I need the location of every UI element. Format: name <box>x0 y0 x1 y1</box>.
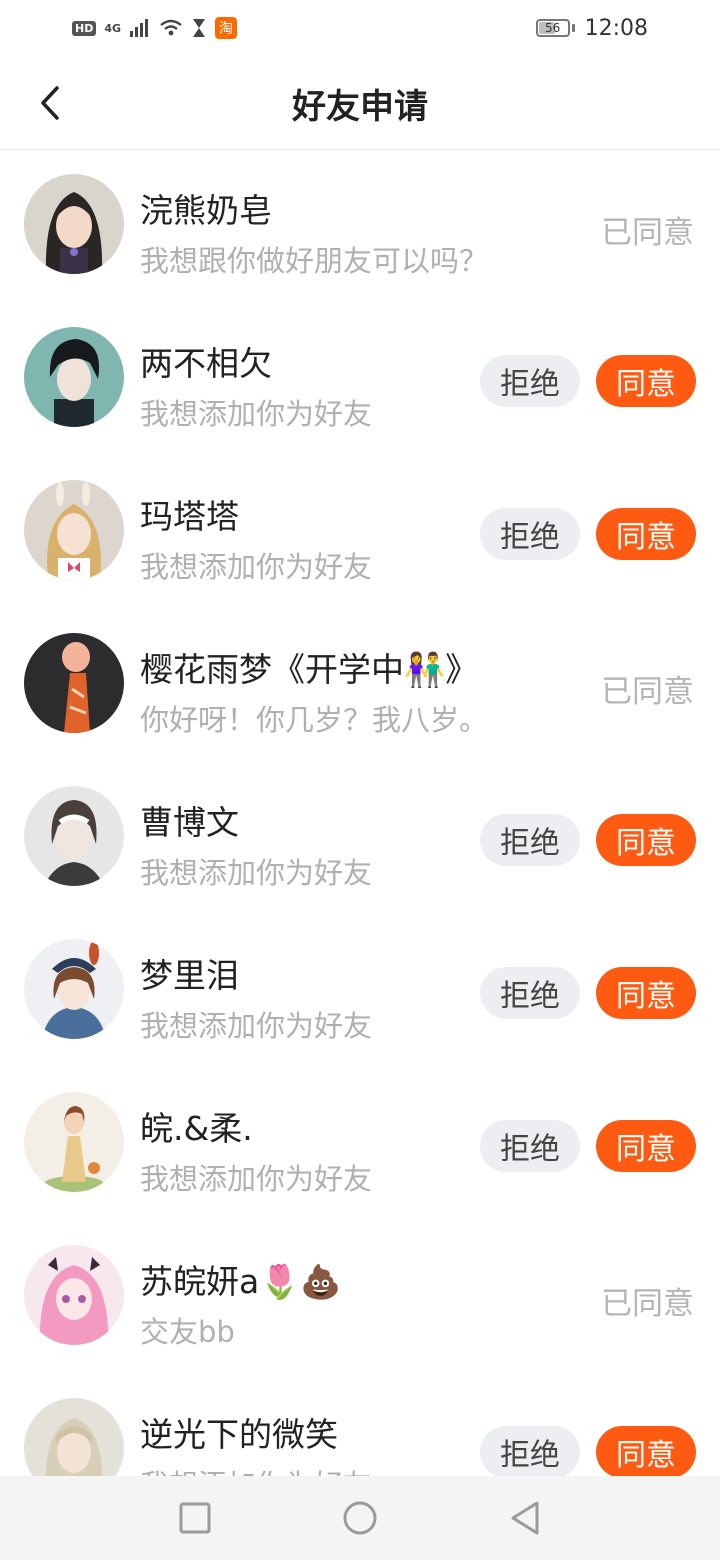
home-button[interactable] <box>340 1498 380 1538</box>
requester-name: 曹博文 <box>140 803 239 842</box>
wifi-icon <box>160 19 182 36</box>
avatar[interactable] <box>24 174 124 274</box>
hourglass-icon <box>193 19 206 37</box>
request-row[interactable]: 两不相欠 我想添加你为好友 拒绝 同意 <box>0 303 720 456</box>
nav-back-button[interactable] <box>505 1498 545 1538</box>
system-nav-bar <box>0 1476 720 1560</box>
accept-button[interactable]: 同意 <box>596 355 696 407</box>
friend-request-list[interactable]: 浣熊奶皂 我想跟你做好朋友可以吗？ 已同意 两不相欠 我想添加你为好友 拒绝 同… <box>0 150 720 1476</box>
accept-button[interactable]: 同意 <box>596 814 696 866</box>
request-message: 我想添加你为好友 <box>140 1162 373 1196</box>
requester-name: 皖.&柔. <box>140 1109 253 1148</box>
request-message: 我想添加你为好友 <box>140 397 373 431</box>
requester-name: 逆光下的微笑 <box>140 1415 338 1454</box>
avatar[interactable] <box>24 1398 124 1476</box>
accept-button[interactable]: 同意 <box>596 508 696 560</box>
chevron-left-icon <box>41 86 59 120</box>
avatar[interactable] <box>24 939 124 1039</box>
avatar[interactable] <box>24 1092 124 1192</box>
request-message: 我想添加你为好友 <box>140 856 373 890</box>
avatar[interactable] <box>24 786 124 886</box>
taobao-app-icon: 淘 <box>215 17 238 39</box>
reject-button[interactable]: 拒绝 <box>480 1426 580 1476</box>
reject-button[interactable]: 拒绝 <box>480 508 580 560</box>
avatar[interactable] <box>24 633 124 733</box>
requester-name: 苏皖妍a🌷💩 <box>140 1262 342 1301</box>
request-row[interactable]: 曹博文 我想添加你为好友 拒绝 同意 <box>0 762 720 915</box>
request-message: 你好呀！你几岁？我八岁。 <box>140 703 489 737</box>
request-row[interactable]: 苏皖妍a🌷💩 交友bb 已同意 <box>0 1221 720 1374</box>
reject-button[interactable]: 拒绝 <box>480 355 580 407</box>
page-title: 好友申请 <box>292 86 428 127</box>
requester-name: 浣熊奶皂 <box>140 191 272 230</box>
request-row[interactable]: 浣熊奶皂 我想跟你做好朋友可以吗？ 已同意 <box>0 150 720 303</box>
circle-icon <box>343 1501 377 1535</box>
clock: 12:08 <box>584 15 648 41</box>
network-type-label: 4G <box>104 21 122 35</box>
agreed-status: 已同意 <box>601 1286 694 1322</box>
agreed-status: 已同意 <box>601 674 694 710</box>
status-bar: HD 4G 淘 56 12:08 <box>0 0 720 56</box>
square-icon <box>179 1502 211 1534</box>
battery-icon: 56 <box>535 19 575 37</box>
reject-button[interactable]: 拒绝 <box>480 814 580 866</box>
back-button[interactable] <box>30 80 70 126</box>
hd-icon: HD <box>72 20 97 36</box>
request-row[interactable]: 皖.&柔. 我想添加你为好友 拒绝 同意 <box>0 1068 720 1221</box>
avatar[interactable] <box>24 327 124 427</box>
request-row[interactable]: 逆光下的微笑 我想添加你为好友 拒绝 同意 <box>0 1374 720 1476</box>
request-message: 交友bb <box>140 1315 235 1349</box>
request-message: 我想添加你为好友 <box>140 1462 372 1476</box>
accept-button[interactable]: 同意 <box>596 967 696 1019</box>
requester-name: 玛塔塔 <box>140 497 239 536</box>
requester-name: 樱花雨梦《开学中👫》 <box>140 650 479 689</box>
request-row[interactable]: 玛塔塔 我想添加你为好友 拒绝 同意 <box>0 456 720 609</box>
reject-button[interactable]: 拒绝 <box>480 967 580 1019</box>
avatar[interactable] <box>24 480 124 580</box>
status-icons: HD 4G 淘 <box>72 17 238 39</box>
status-right: 56 12:08 <box>535 15 648 41</box>
request-message: 我想添加你为好友 <box>140 550 373 584</box>
requester-name: 梦里泪 <box>140 956 239 995</box>
request-message: 我想添加你为好友 <box>140 1009 373 1043</box>
title-bar: 好友申请 <box>0 56 720 150</box>
accept-button[interactable]: 同意 <box>596 1120 696 1172</box>
accept-button[interactable]: 同意 <box>596 1426 696 1476</box>
battery-level: 56 <box>544 21 561 35</box>
agreed-status: 已同意 <box>601 215 694 251</box>
request-message: 我想跟你做好朋友可以吗？ <box>140 244 489 278</box>
reject-button[interactable]: 拒绝 <box>480 1120 580 1172</box>
recent-apps-button[interactable] <box>175 1498 215 1538</box>
request-row[interactable]: 梦里泪 我想添加你为好友 拒绝 同意 <box>0 915 720 1068</box>
avatar[interactable] <box>24 1245 124 1345</box>
signal-icon <box>130 19 149 37</box>
request-row[interactable]: 樱花雨梦《开学中👫》 你好呀！你几岁？我八岁。 已同意 <box>0 609 720 762</box>
requester-name: 两不相欠 <box>140 344 272 383</box>
triangle-back-icon <box>511 1501 539 1535</box>
